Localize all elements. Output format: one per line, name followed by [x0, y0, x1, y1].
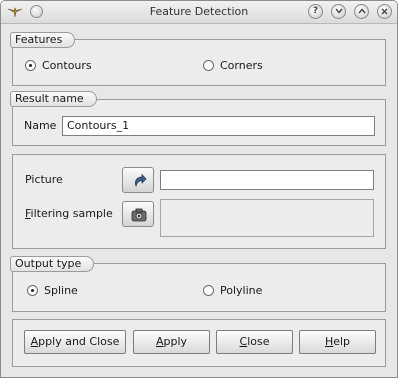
- feature-detection-dialog: Feature Detection ? Features Contours Co…: [0, 0, 398, 378]
- spline-label: Spline: [44, 284, 78, 297]
- chevron-down-icon[interactable]: [331, 4, 346, 19]
- apply-button[interactable]: Apply: [133, 330, 210, 354]
- name-label: Name: [24, 119, 57, 132]
- output-type-group-title: Output type: [10, 256, 95, 272]
- picture-field[interactable]: [160, 170, 374, 190]
- filtering-sample-label-rest: iltering sample: [30, 207, 113, 220]
- spline-radio[interactable]: Spline: [27, 284, 78, 297]
- apply-and-close-button[interactable]: Apply and Close: [24, 330, 126, 354]
- polyline-radio[interactable]: Polyline: [203, 284, 262, 297]
- apply-mnemonic: A: [155, 335, 164, 348]
- name-field[interactable]: Contours_1: [62, 116, 375, 136]
- features-group-title: Features: [10, 32, 76, 48]
- polyline-radio-indicator[interactable]: [203, 285, 214, 296]
- filtering-sample-field[interactable]: [160, 199, 374, 237]
- contours-radio[interactable]: Contours: [25, 59, 92, 72]
- camera-icon: [131, 208, 147, 222]
- help-button[interactable]: Help: [299, 330, 376, 354]
- corners-label: Corners: [220, 59, 263, 72]
- apply-label: pply: [163, 335, 188, 348]
- contours-label: Contours: [42, 59, 92, 72]
- corners-radio[interactable]: Corners: [203, 59, 263, 72]
- contours-radio-indicator[interactable]: [25, 60, 36, 71]
- corners-radio-indicator[interactable]: [203, 60, 214, 71]
- title-bar[interactable]: Feature Detection ?: [1, 1, 397, 24]
- question-icon[interactable]: ?: [308, 4, 323, 19]
- picture-select-button[interactable]: [122, 167, 154, 193]
- help-label: elp: [333, 335, 351, 348]
- chevron-up-icon[interactable]: [354, 4, 369, 19]
- filtering-sample-select-button[interactable]: [122, 201, 154, 227]
- apply-and-close-label: pply and Close: [38, 335, 120, 348]
- polyline-label: Polyline: [220, 284, 263, 297]
- close-label: lose: [247, 335, 270, 348]
- result-name-group-title: Result name: [10, 91, 97, 107]
- close-icon[interactable]: [377, 4, 392, 19]
- help-mnemonic: H: [324, 335, 334, 348]
- arrow-select-icon: [135, 173, 147, 188]
- close-button[interactable]: Close: [216, 330, 293, 354]
- spline-radio-indicator[interactable]: [27, 285, 38, 296]
- filtering-sample-label: Filtering sample: [25, 207, 113, 220]
- picture-label: Picture: [25, 173, 63, 186]
